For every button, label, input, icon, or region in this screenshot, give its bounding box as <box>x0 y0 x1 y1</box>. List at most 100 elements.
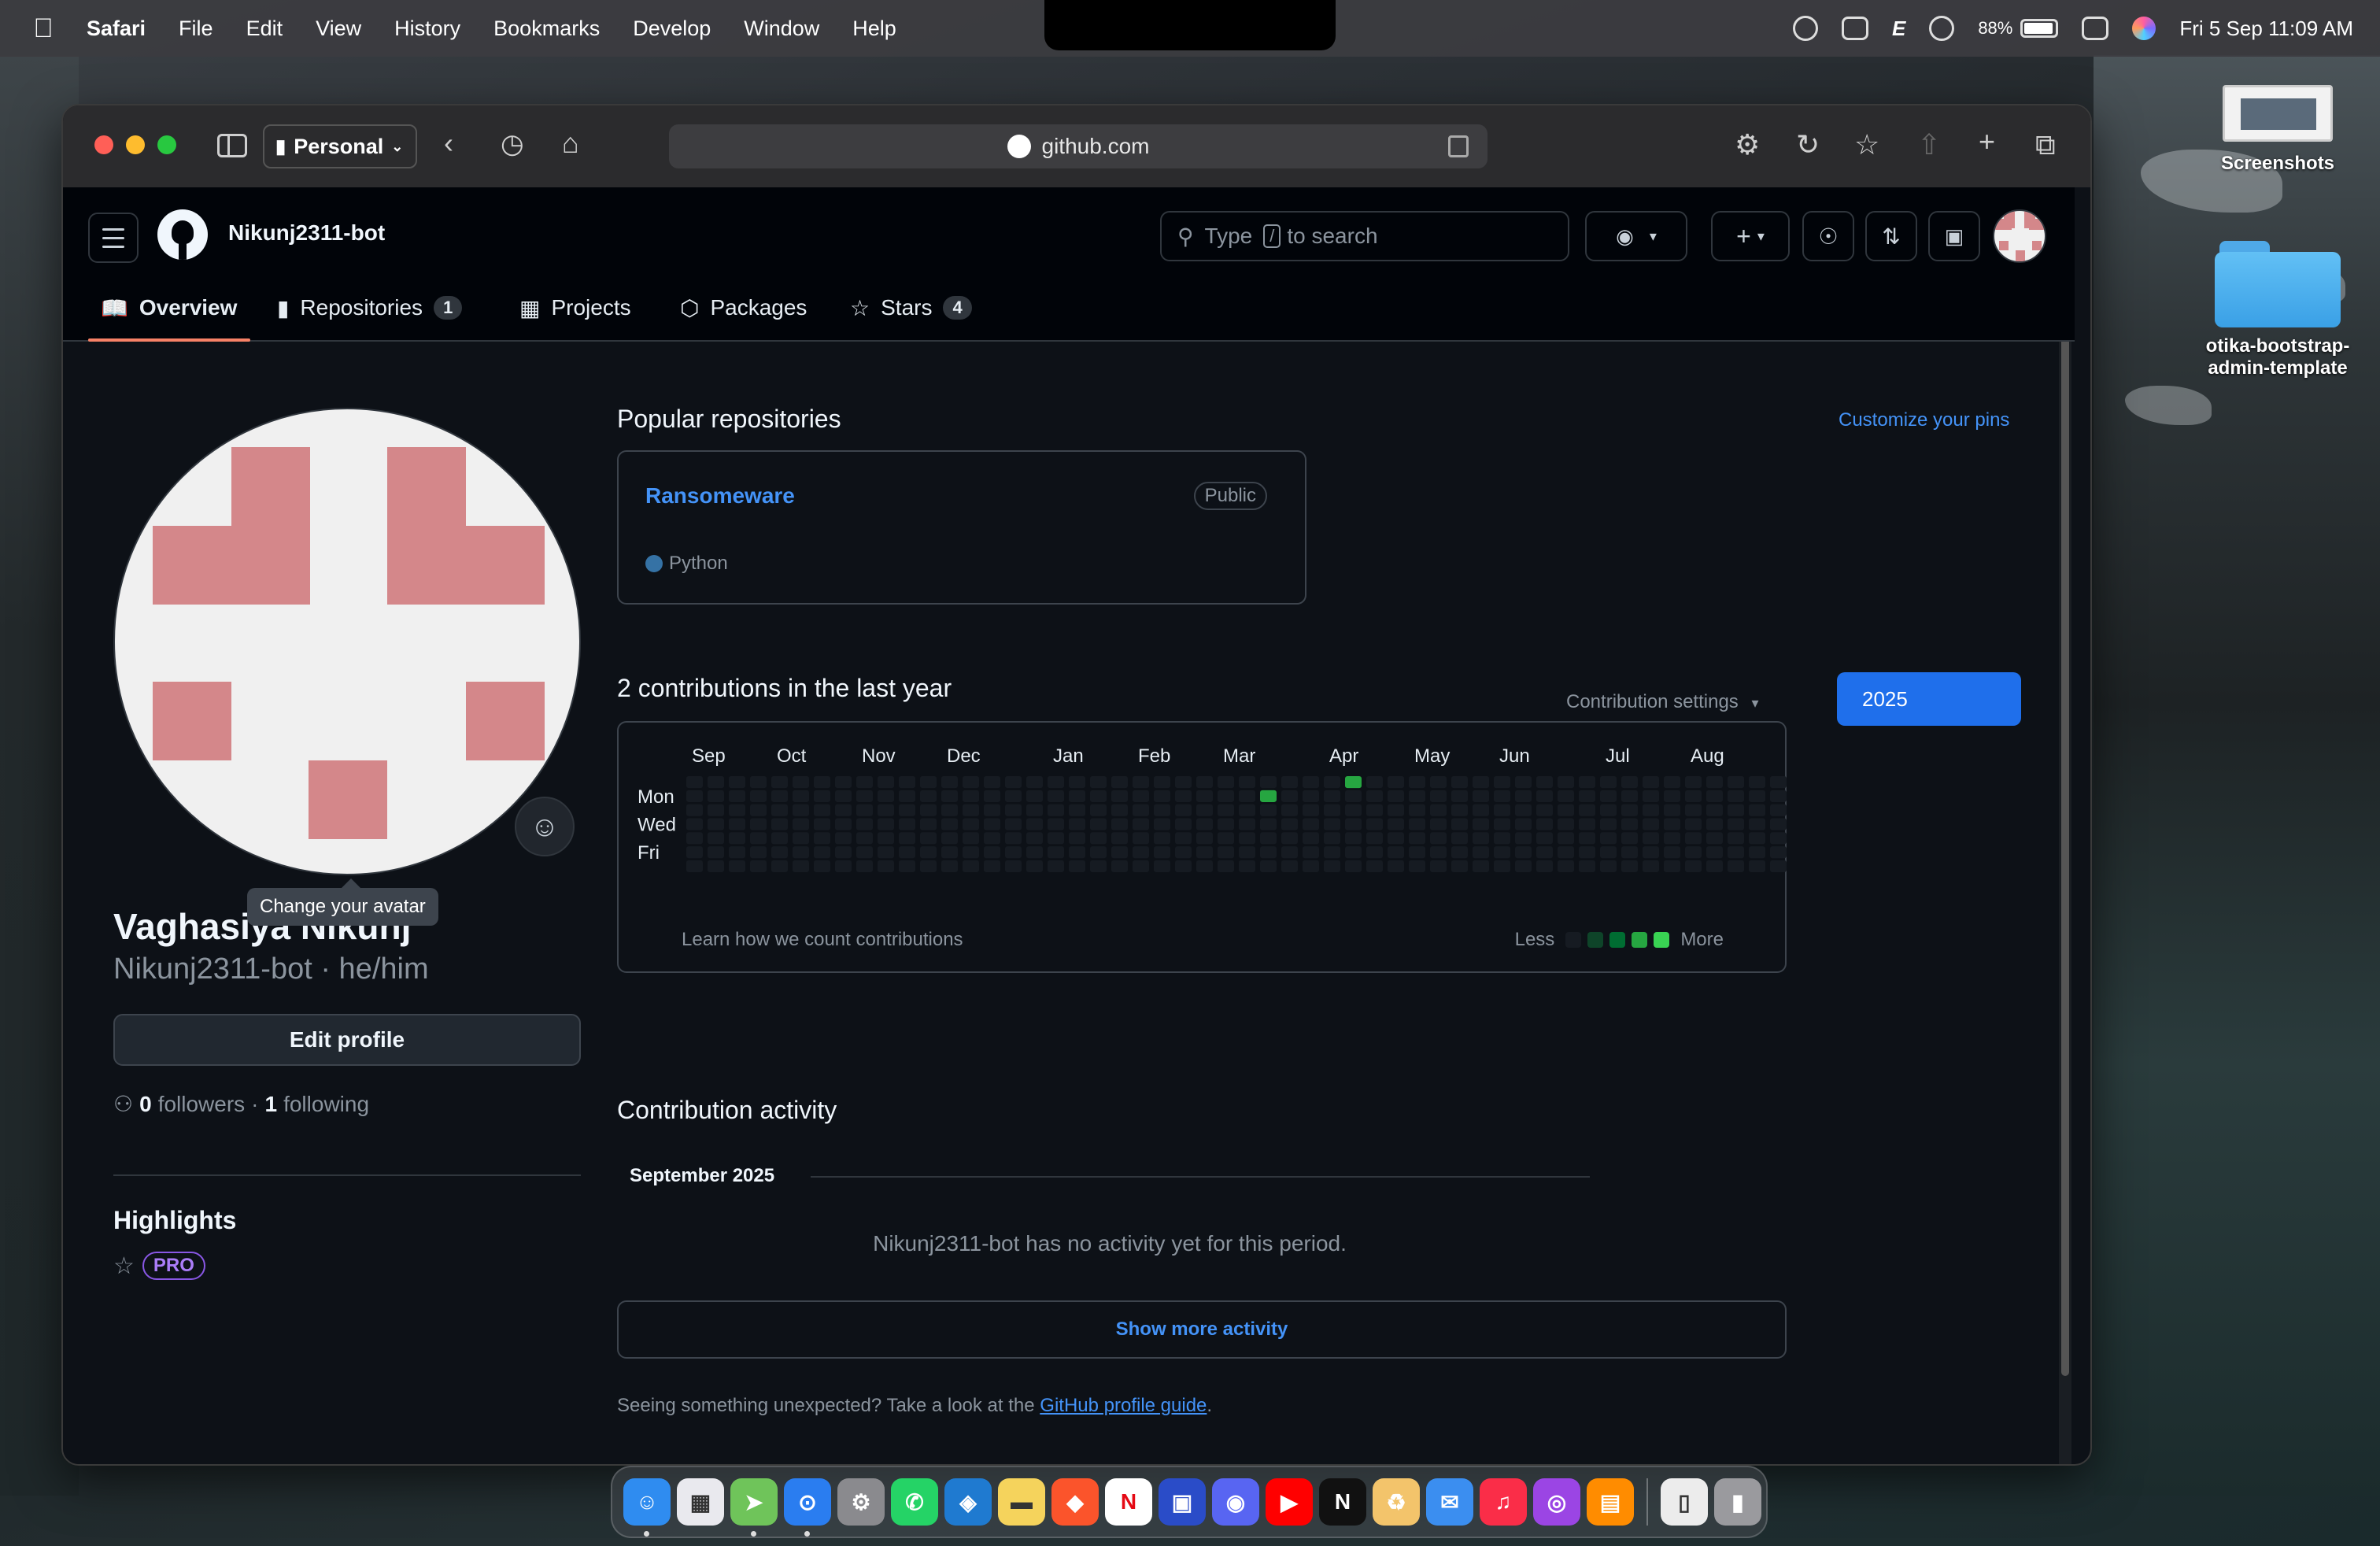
contribution-cell[interactable] <box>1133 818 1149 830</box>
app-menu[interactable]: Safari <box>87 17 146 41</box>
contribution-cell[interactable] <box>1048 776 1064 789</box>
close-window-button[interactable] <box>94 135 113 154</box>
contribution-cell[interactable] <box>1133 804 1149 816</box>
contribution-cell[interactable] <box>686 860 703 873</box>
contribution-cell[interactable] <box>1409 860 1425 873</box>
back-icon[interactable]: ‹ <box>444 129 453 157</box>
contribution-cell[interactable] <box>1685 832 1702 845</box>
contribution-cell[interactable] <box>1600 790 1617 802</box>
profile-avatar[interactable] <box>113 408 581 875</box>
contribution-cell[interactable] <box>1175 832 1192 845</box>
contribution-cell[interactable] <box>771 818 788 830</box>
contribution-cell[interactable] <box>750 846 767 859</box>
contribution-cell[interactable] <box>1366 776 1383 789</box>
contribution-cell[interactable] <box>1579 776 1595 789</box>
contribution-cell[interactable] <box>1643 776 1659 789</box>
contribution-cell[interactable] <box>1728 818 1744 830</box>
contribution-cell[interactable] <box>941 818 958 830</box>
contribution-cell[interactable] <box>1494 790 1510 802</box>
contribution-cell[interactable] <box>856 832 873 845</box>
contribution-cell[interactable] <box>686 818 703 830</box>
siri-icon[interactable] <box>2132 17 2156 40</box>
contribution-cell[interactable] <box>1451 860 1468 873</box>
contribution-cell[interactable] <box>729 832 745 845</box>
contribution-cell[interactable] <box>793 846 809 859</box>
contribution-cell[interactable] <box>1388 832 1404 845</box>
contribution-cell[interactable] <box>1303 832 1319 845</box>
contribution-cell[interactable] <box>878 818 894 830</box>
contribution-cell[interactable] <box>1218 804 1234 816</box>
dock-app-podcasts-icon[interactable]: ◎ <box>1533 1478 1580 1526</box>
contribution-cell[interactable] <box>1239 860 1255 873</box>
contribution-cell[interactable] <box>771 776 788 789</box>
contribution-cell[interactable] <box>1111 846 1128 859</box>
contribution-cell[interactable] <box>1770 832 1787 845</box>
contribution-cell[interactable] <box>1069 776 1085 789</box>
contribution-cell[interactable] <box>1451 804 1468 816</box>
contribution-cell[interactable] <box>1154 790 1170 802</box>
minimize-window-button[interactable] <box>126 135 145 154</box>
contribution-cell[interactable] <box>1175 804 1192 816</box>
contribution-cell[interactable] <box>1430 790 1447 802</box>
contribution-cell[interactable] <box>1685 818 1702 830</box>
dock-app-launchpad-icon[interactable]: ▦ <box>677 1478 724 1526</box>
contribution-cell[interactable] <box>1111 860 1128 873</box>
contribution-cell[interactable] <box>984 860 1000 873</box>
contribution-cell[interactable] <box>941 860 958 873</box>
contribution-cell[interactable] <box>1111 790 1128 802</box>
contribution-cell[interactable] <box>1749 804 1765 816</box>
contribution-cell[interactable] <box>1048 818 1064 830</box>
menu-clock[interactable]: Fri 5 Sep 11:09 AM <box>2179 17 2353 41</box>
contribution-cell[interactable] <box>729 860 745 873</box>
contribution-cell[interactable] <box>1409 776 1425 789</box>
contribution-cell[interactable] <box>1579 846 1595 859</box>
contribution-cell[interactable] <box>1345 804 1362 816</box>
contribution-cell[interactable] <box>856 846 873 859</box>
user-avatar[interactable] <box>1993 209 2046 263</box>
contribution-cell[interactable] <box>1706 790 1723 802</box>
inbox-button[interactable]: ▣ <box>1928 211 1980 261</box>
bookmark-star-icon[interactable]: ☆ <box>1854 131 1879 159</box>
contribution-cell[interactable] <box>1643 804 1659 816</box>
contribution-cell[interactable] <box>920 832 937 845</box>
contribution-cell[interactable] <box>1218 790 1234 802</box>
tab-repositories[interactable]: ▮ Repositories 1 <box>277 274 463 342</box>
contribution-cell[interactable] <box>1558 860 1574 873</box>
contribution-cell[interactable] <box>963 860 979 873</box>
contribution-cell[interactable] <box>1728 804 1744 816</box>
tab-stars[interactable]: ☆ Stars 4 <box>850 274 972 342</box>
contribution-cell[interactable] <box>708 846 724 859</box>
contribution-cell[interactable] <box>1536 776 1553 789</box>
contribution-cell[interactable] <box>1643 790 1659 802</box>
learn-contributions-link[interactable]: Learn how we count contributions <box>682 929 963 951</box>
contribution-cell[interactable] <box>1473 776 1489 789</box>
contribution-cell[interactable] <box>1579 860 1595 873</box>
contribution-cell[interactable] <box>1770 804 1787 816</box>
contribution-cell[interactable] <box>1536 804 1553 816</box>
contribution-cell[interactable] <box>1643 818 1659 830</box>
menu-view[interactable]: View <box>316 17 361 41</box>
reader-mode-icon[interactable] <box>1448 135 1469 157</box>
contribution-cell[interactable] <box>1621 832 1638 845</box>
tab-overview-icon[interactable]: ⧉ <box>2035 131 2056 159</box>
create-new-button[interactable]: + ▾ <box>1711 211 1790 261</box>
contribution-cell[interactable] <box>1048 832 1064 845</box>
contribution-cell[interactable] <box>1175 818 1192 830</box>
contribution-cell[interactable] <box>1069 846 1085 859</box>
github-logo-icon[interactable] <box>157 209 208 260</box>
contribution-cell[interactable] <box>1345 846 1362 859</box>
contribution-cell[interactable] <box>1048 860 1064 873</box>
contribution-cell[interactable] <box>1494 818 1510 830</box>
contribution-cell[interactable] <box>1175 790 1192 802</box>
copilot-button[interactable]: ◉ ▾ <box>1585 211 1687 261</box>
contribution-cell[interactable] <box>793 832 809 845</box>
contribution-cell[interactable] <box>984 790 1000 802</box>
contribution-cell[interactable] <box>1005 860 1022 873</box>
contribution-cell[interactable] <box>1303 790 1319 802</box>
contribution-cell[interactable] <box>1621 776 1638 789</box>
contribution-cell[interactable] <box>1281 790 1298 802</box>
contribution-cell[interactable] <box>1451 776 1468 789</box>
page-scrollbar[interactable] <box>2059 187 2071 1464</box>
dock-app-trash-icon[interactable]: ▮ <box>1714 1478 1761 1526</box>
dock-app-discord-icon[interactable]: ◉ <box>1212 1478 1259 1526</box>
